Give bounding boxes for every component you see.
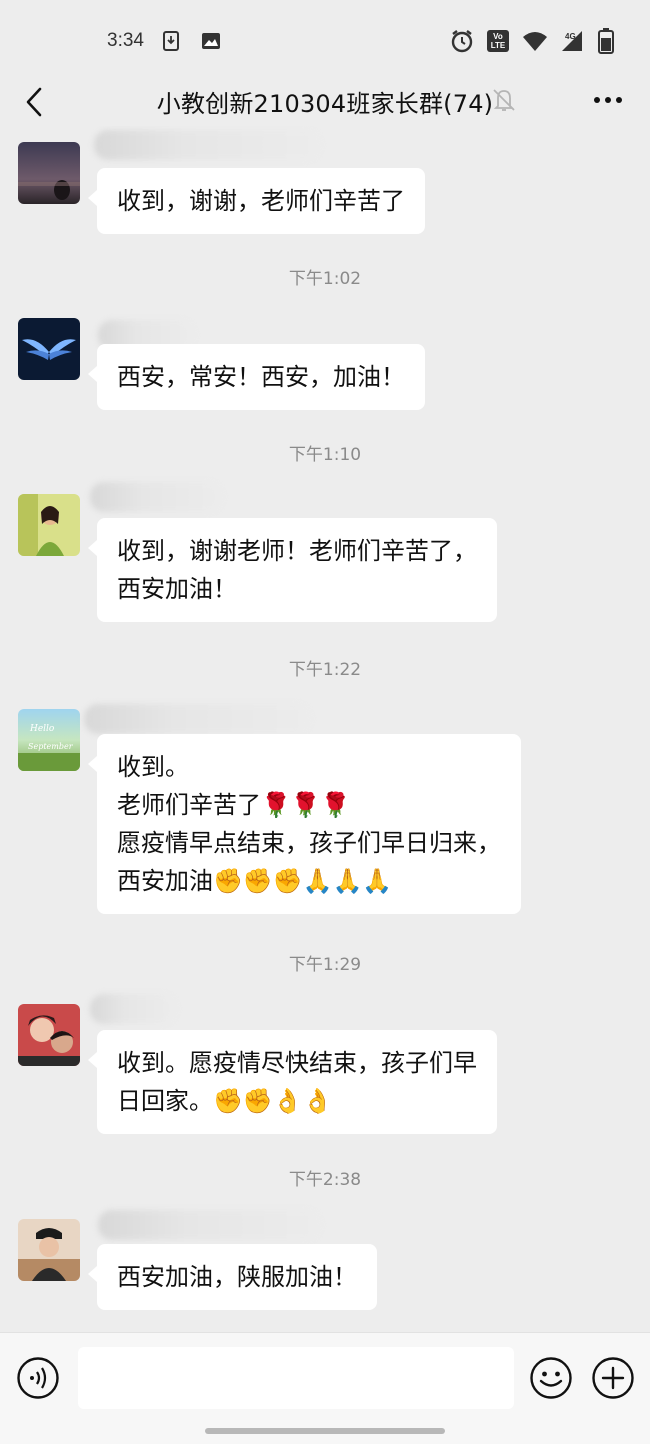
- message-bubble[interactable]: 西安加油，陕服加油！: [88, 1244, 377, 1310]
- more-functions-button[interactable]: [591, 1356, 635, 1400]
- nickname-redacted: [84, 704, 310, 734]
- message-input[interactable]: [78, 1347, 514, 1409]
- plus-icon: [592, 1357, 634, 1399]
- avatar[interactable]: [18, 1219, 80, 1281]
- chat-message-list[interactable]: 收到，谢谢，老师们辛苦了 下午1:02 西安，常安！西安，加油！ 下午1:10 …: [0, 126, 650, 1332]
- message-bubble[interactable]: 收到，谢谢，老师们辛苦了: [88, 168, 425, 234]
- emoji-button[interactable]: [529, 1356, 573, 1400]
- volte-icon: Vo LTE: [486, 29, 510, 57]
- status-left-icons: [160, 30, 222, 52]
- bell-off-icon: [490, 86, 518, 114]
- avatar[interactable]: [18, 494, 80, 556]
- message-time: 下午1:10: [288, 445, 362, 465]
- avatar[interactable]: [18, 318, 80, 380]
- nickname-redacted: [98, 1210, 320, 1240]
- chat-header: 小教创新210304班家长群(74): [0, 76, 650, 126]
- sim-download-icon: [160, 30, 182, 52]
- signal-4g-icon: 4G: [560, 29, 586, 57]
- message-bubble[interactable]: 西安，常安！西安，加油！: [88, 344, 425, 410]
- voice-button[interactable]: [16, 1356, 60, 1400]
- avatar-september-text: September: [28, 742, 74, 751]
- image-icon: [200, 30, 222, 52]
- voice-icon: [17, 1357, 59, 1399]
- svg-text:Vo: Vo: [493, 32, 503, 41]
- status-time: 3:34: [107, 30, 144, 51]
- message-time: 下午2:38: [288, 1170, 362, 1190]
- message-bubble[interactable]: 收到，谢谢老师！老师们辛苦了， 西安加油！: [88, 518, 497, 622]
- avatar[interactable]: [18, 142, 80, 204]
- svg-text:4G: 4G: [565, 32, 576, 41]
- message-bubble[interactable]: 收到。愿疫情尽快结束，孩子们早 日回家。✊✊👌👌: [88, 1030, 497, 1134]
- more-button[interactable]: [586, 84, 630, 116]
- nickname-redacted: [90, 994, 176, 1024]
- avatar[interactable]: [18, 1004, 80, 1066]
- emoji-icon: [530, 1357, 572, 1399]
- message-bubble[interactable]: 收到。 老师们辛苦了🌹🌹🌹 愿疫情早点结束，孩子们早日归来， 西安加油✊✊✊🙏🙏…: [88, 734, 521, 914]
- avatar[interactable]: Hello September: [18, 709, 80, 771]
- home-indicator[interactable]: [205, 1428, 445, 1434]
- message-time: 下午1:22: [288, 660, 362, 680]
- avatar-hello-text: Hello: [29, 724, 55, 734]
- chat-title: 小教创新210304班家长群(74): [156, 90, 494, 118]
- wifi-icon: [522, 30, 548, 56]
- status-bar: 3:34 Vo LTE 4G: [0, 0, 650, 76]
- nickname-redacted: [90, 482, 222, 512]
- nickname-redacted: [94, 130, 320, 160]
- more-dots-icon: [594, 97, 622, 103]
- message-time: 下午1:29: [288, 955, 362, 975]
- alarm-icon: [450, 29, 474, 57]
- battery-icon: [598, 28, 614, 58]
- message-time: 下午1:02: [288, 269, 362, 289]
- status-right-icons: Vo LTE 4G: [450, 28, 614, 58]
- svg-text:LTE: LTE: [491, 41, 506, 50]
